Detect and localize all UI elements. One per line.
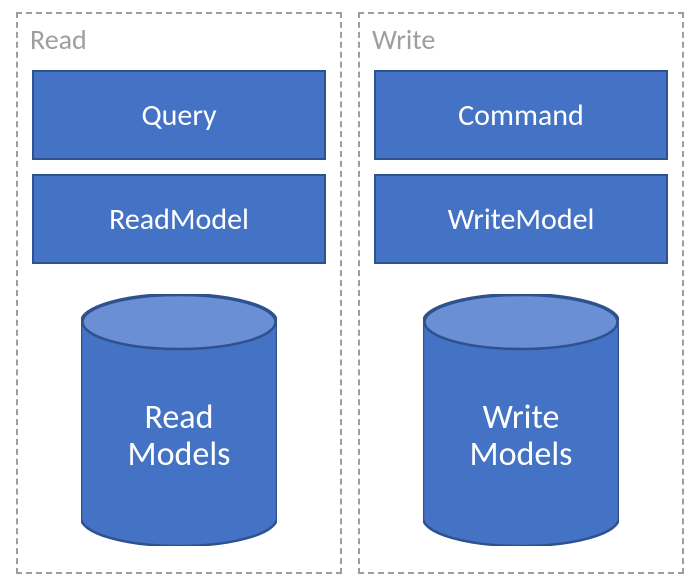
query-label: Query	[141, 97, 216, 134]
read-container: Read Query ReadModel Read Models	[16, 12, 342, 574]
readmodel-label: ReadModel	[109, 201, 249, 238]
write-title: Write	[372, 22, 435, 57]
command-label: Command	[458, 97, 584, 134]
read-title: Read	[30, 22, 87, 57]
read-models-cylinder-icon: Read Models	[81, 294, 277, 546]
writemodel-block: WriteModel	[374, 174, 668, 264]
write-container: Write Command WriteModel Write Models	[358, 12, 684, 574]
write-models-cylinder-icon: Write Models	[423, 294, 619, 546]
query-block: Query	[32, 70, 326, 160]
command-block: Command	[374, 70, 668, 160]
cqrs-diagram: Read Query ReadModel Read Models Write C…	[0, 0, 700, 586]
writemodel-label: WriteModel	[448, 201, 595, 238]
readmodel-block: ReadModel	[32, 174, 326, 264]
